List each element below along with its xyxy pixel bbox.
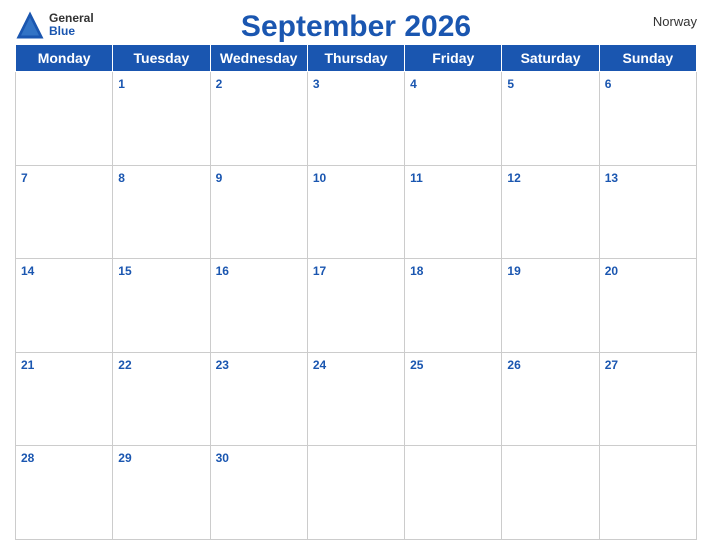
date-number: 2 — [216, 77, 223, 91]
date-number: 18 — [410, 264, 423, 278]
day-header-row: Monday Tuesday Wednesday Thursday Friday… — [16, 45, 697, 72]
cell-week1-day2: 1 — [113, 72, 210, 166]
date-number: 8 — [118, 171, 125, 185]
cell-week5-day5 — [405, 446, 502, 540]
cell-week5-day7 — [599, 446, 696, 540]
col-thursday: Thursday — [307, 45, 404, 72]
cell-week1-day5: 4 — [405, 72, 502, 166]
date-number: 26 — [507, 358, 520, 372]
date-number: 17 — [313, 264, 326, 278]
cell-week2-day3: 9 — [210, 165, 307, 259]
date-number: 23 — [216, 358, 229, 372]
cell-week5-day4 — [307, 446, 404, 540]
cell-week3-day3: 16 — [210, 259, 307, 353]
week-row-2: 7 8 9 10 11 12 13 — [16, 165, 697, 259]
date-number: 30 — [216, 451, 229, 465]
cell-week4-day7: 27 — [599, 352, 696, 446]
cell-week1-day7: 6 — [599, 72, 696, 166]
date-number: 19 — [507, 264, 520, 278]
date-number: 9 — [216, 171, 223, 185]
date-number: 29 — [118, 451, 131, 465]
date-number: 7 — [21, 171, 28, 185]
date-number: 21 — [21, 358, 34, 372]
cell-week1-day6: 5 — [502, 72, 599, 166]
cell-week4-day1: 21 — [16, 352, 113, 446]
cell-week2-day4: 10 — [307, 165, 404, 259]
date-number: 27 — [605, 358, 618, 372]
col-tuesday: Tuesday — [113, 45, 210, 72]
cell-week4-day6: 26 — [502, 352, 599, 446]
week-row-5: 28 29 30 — [16, 446, 697, 540]
date-number: 11 — [410, 171, 423, 185]
week-row-1: 1 2 3 4 5 6 — [16, 72, 697, 166]
country-label: Norway — [653, 14, 697, 29]
col-monday: Monday — [16, 45, 113, 72]
col-sunday: Sunday — [599, 45, 696, 72]
cell-week4-day5: 25 — [405, 352, 502, 446]
cell-week3-day5: 18 — [405, 259, 502, 353]
date-number: 10 — [313, 171, 326, 185]
date-number: 22 — [118, 358, 131, 372]
date-number: 25 — [410, 358, 423, 372]
cell-week5-day3: 30 — [210, 446, 307, 540]
col-friday: Friday — [405, 45, 502, 72]
cell-week1-day1 — [16, 72, 113, 166]
date-number: 14 — [21, 264, 34, 278]
col-saturday: Saturday — [502, 45, 599, 72]
cell-week2-day6: 12 — [502, 165, 599, 259]
date-number: 12 — [507, 171, 520, 185]
cell-week1-day3: 2 — [210, 72, 307, 166]
cell-week2-day2: 8 — [113, 165, 210, 259]
calendar-table: Monday Tuesday Wednesday Thursday Friday… — [15, 44, 697, 540]
cell-week3-day4: 17 — [307, 259, 404, 353]
week-row-3: 14 15 16 17 18 19 20 — [16, 259, 697, 353]
cell-week3-day6: 19 — [502, 259, 599, 353]
cell-week5-day1: 28 — [16, 446, 113, 540]
calendar-header: General Blue September 2026 Norway — [15, 10, 697, 40]
date-number: 13 — [605, 171, 618, 185]
date-number: 15 — [118, 264, 131, 278]
logo: General Blue — [15, 10, 94, 40]
date-number: 20 — [605, 264, 618, 278]
cell-week3-day7: 20 — [599, 259, 696, 353]
title-area: September 2026 — [241, 10, 471, 44]
cell-week2-day7: 13 — [599, 165, 696, 259]
date-number: 1 — [118, 77, 125, 91]
week-row-4: 21 22 23 24 25 26 27 — [16, 352, 697, 446]
date-number: 24 — [313, 358, 326, 372]
cell-week5-day6 — [502, 446, 599, 540]
date-number: 3 — [313, 77, 320, 91]
date-number: 6 — [605, 77, 612, 91]
date-number: 4 — [410, 77, 417, 91]
cell-week4-day3: 23 — [210, 352, 307, 446]
cell-week3-day1: 14 — [16, 259, 113, 353]
cell-week4-day2: 22 — [113, 352, 210, 446]
date-number: 5 — [507, 77, 514, 91]
cell-week2-day1: 7 — [16, 165, 113, 259]
calendar-title: September 2026 — [241, 10, 471, 44]
logo-icon — [15, 10, 45, 40]
logo-blue-text: Blue — [49, 25, 94, 38]
date-number: 28 — [21, 451, 34, 465]
col-wednesday: Wednesday — [210, 45, 307, 72]
date-number: 16 — [216, 264, 229, 278]
cell-week3-day2: 15 — [113, 259, 210, 353]
cell-week1-day4: 3 — [307, 72, 404, 166]
cell-week5-day2: 29 — [113, 446, 210, 540]
cell-week4-day4: 24 — [307, 352, 404, 446]
cell-week2-day5: 11 — [405, 165, 502, 259]
